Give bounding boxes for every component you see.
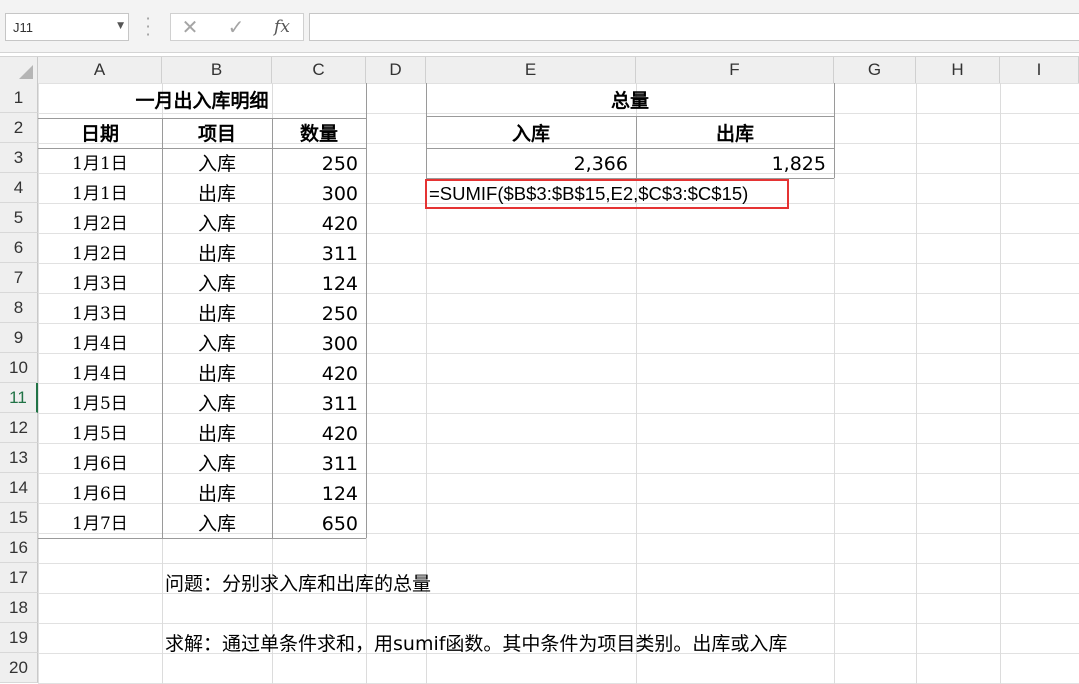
table-border: [426, 116, 834, 117]
cell-item[interactable]: 出库: [162, 179, 272, 209]
row-header-8[interactable]: 8: [0, 293, 38, 323]
column-header-f[interactable]: F: [636, 57, 834, 83]
gridline: [1000, 83, 1001, 684]
cell-date[interactable]: 1月2日: [38, 239, 162, 269]
cell-date[interactable]: 1月3日: [38, 269, 162, 299]
row-header-1[interactable]: 1: [0, 83, 38, 113]
column-header-c[interactable]: C: [272, 57, 366, 83]
row-header-3[interactable]: 3: [0, 143, 38, 173]
cell-date[interactable]: 1月5日: [38, 389, 162, 419]
row-header-7[interactable]: 7: [0, 263, 38, 293]
cell-item[interactable]: 出库: [162, 479, 272, 509]
formula-highlight-box: [425, 179, 789, 209]
cell-qty[interactable]: 124: [272, 269, 366, 299]
cell-date[interactable]: 1月4日: [38, 359, 162, 389]
table-title[interactable]: 一月出入库明细: [38, 86, 366, 116]
column-header-g[interactable]: G: [834, 57, 916, 83]
row-header-5[interactable]: 5: [0, 203, 38, 233]
row-header-4[interactable]: 4: [0, 173, 38, 203]
header-item[interactable]: 项目: [162, 119, 272, 149]
row-header-13[interactable]: 13: [0, 443, 38, 473]
row-header-11[interactable]: 11: [0, 383, 38, 413]
summary-in-total[interactable]: 2,366: [426, 149, 636, 179]
summary-in-label[interactable]: 入库: [426, 119, 636, 149]
cell-item[interactable]: 出库: [162, 239, 272, 269]
more-options-icon[interactable]: · · ·: [144, 11, 152, 43]
column-header-h[interactable]: H: [916, 57, 1000, 83]
row-header-19[interactable]: 19: [0, 623, 38, 653]
cell-item[interactable]: 入库: [162, 389, 272, 419]
row-header-2[interactable]: 2: [0, 113, 38, 143]
enter-icon[interactable]: ✓: [218, 13, 254, 41]
cell-date[interactable]: 1月6日: [38, 479, 162, 509]
cell-date[interactable]: 1月5日: [38, 419, 162, 449]
cell-item[interactable]: 出库: [162, 299, 272, 329]
cell-qty[interactable]: 420: [272, 359, 366, 389]
cell-qty[interactable]: 650: [272, 509, 366, 539]
column-header-d[interactable]: D: [366, 57, 426, 83]
row-header-14[interactable]: 14: [0, 473, 38, 503]
row-header-18[interactable]: 18: [0, 593, 38, 623]
table-border: [366, 83, 367, 538]
cell-date[interactable]: 1月7日: [38, 509, 162, 539]
cell-qty[interactable]: 250: [272, 299, 366, 329]
insert-function-icon[interactable]: fx: [264, 13, 300, 41]
cell-qty[interactable]: 420: [272, 209, 366, 239]
cell-item[interactable]: 入库: [162, 149, 272, 179]
row-header-15[interactable]: 15: [0, 503, 38, 533]
cell-qty[interactable]: 250: [272, 149, 366, 179]
cell-item[interactable]: 入库: [162, 329, 272, 359]
table-border: [834, 83, 835, 178]
cell-item[interactable]: 入库: [162, 269, 272, 299]
cell-item[interactable]: 入库: [162, 209, 272, 239]
header-qty[interactable]: 数量: [272, 119, 366, 149]
cell-qty[interactable]: 420: [272, 419, 366, 449]
formula-input[interactable]: [309, 13, 1079, 41]
cell-qty[interactable]: 300: [272, 329, 366, 359]
cell-item[interactable]: 入库: [162, 449, 272, 479]
column-header-e[interactable]: E: [426, 57, 636, 83]
question-text[interactable]: 问题：分别求入库和出库的总量: [162, 569, 862, 599]
column-header-b[interactable]: B: [162, 57, 272, 83]
header-date[interactable]: 日期: [38, 119, 162, 149]
cell-qty[interactable]: 124: [272, 479, 366, 509]
row-header-6[interactable]: 6: [0, 233, 38, 263]
cell-date[interactable]: 1月1日: [38, 179, 162, 209]
row-header-16[interactable]: 16: [0, 533, 38, 563]
name-box[interactable]: J11 ▼: [5, 13, 129, 41]
summary-out-total[interactable]: 1,825: [636, 149, 834, 179]
row-header-12[interactable]: 12: [0, 413, 38, 443]
cell-qty[interactable]: 311: [272, 389, 366, 419]
cell-date[interactable]: 1月2日: [38, 209, 162, 239]
summary-title[interactable]: 总量: [426, 86, 834, 116]
cell-item[interactable]: 出库: [162, 419, 272, 449]
column-header-i[interactable]: I: [1000, 57, 1079, 83]
cell-item[interactable]: 入库: [162, 509, 272, 539]
solution-text[interactable]: 求解：通过单条件求和，用sumif函数。其中条件为项目类别。出库或入库: [162, 629, 922, 659]
row-header-20[interactable]: 20: [0, 653, 38, 683]
summary-out-label[interactable]: 出库: [636, 119, 834, 149]
select-all-button[interactable]: [0, 57, 38, 83]
select-all-icon: [19, 65, 33, 79]
chevron-down-icon[interactable]: ▼: [117, 21, 124, 31]
formula-bar: J11 ▼ · · · ✕ ✓ fx: [0, 0, 1079, 53]
cell-qty[interactable]: 311: [272, 449, 366, 479]
cell-item[interactable]: 出库: [162, 359, 272, 389]
column-headers: A B C D E F G H I: [0, 56, 1079, 84]
row-header-10[interactable]: 10: [0, 353, 38, 383]
gridline: [916, 83, 917, 684]
cell-date[interactable]: 1月3日: [38, 299, 162, 329]
cell-qty[interactable]: 300: [272, 179, 366, 209]
row-header-17[interactable]: 17: [0, 563, 38, 593]
name-box-value: J11: [13, 20, 33, 35]
column-header-a[interactable]: A: [38, 57, 162, 83]
cell-qty[interactable]: 311: [272, 239, 366, 269]
cell-date[interactable]: 1月6日: [38, 449, 162, 479]
row-header-9[interactable]: 9: [0, 323, 38, 353]
cell-date[interactable]: 1月4日: [38, 329, 162, 359]
cell-date[interactable]: 1月1日: [38, 149, 162, 179]
cancel-icon[interactable]: ✕: [172, 13, 208, 41]
